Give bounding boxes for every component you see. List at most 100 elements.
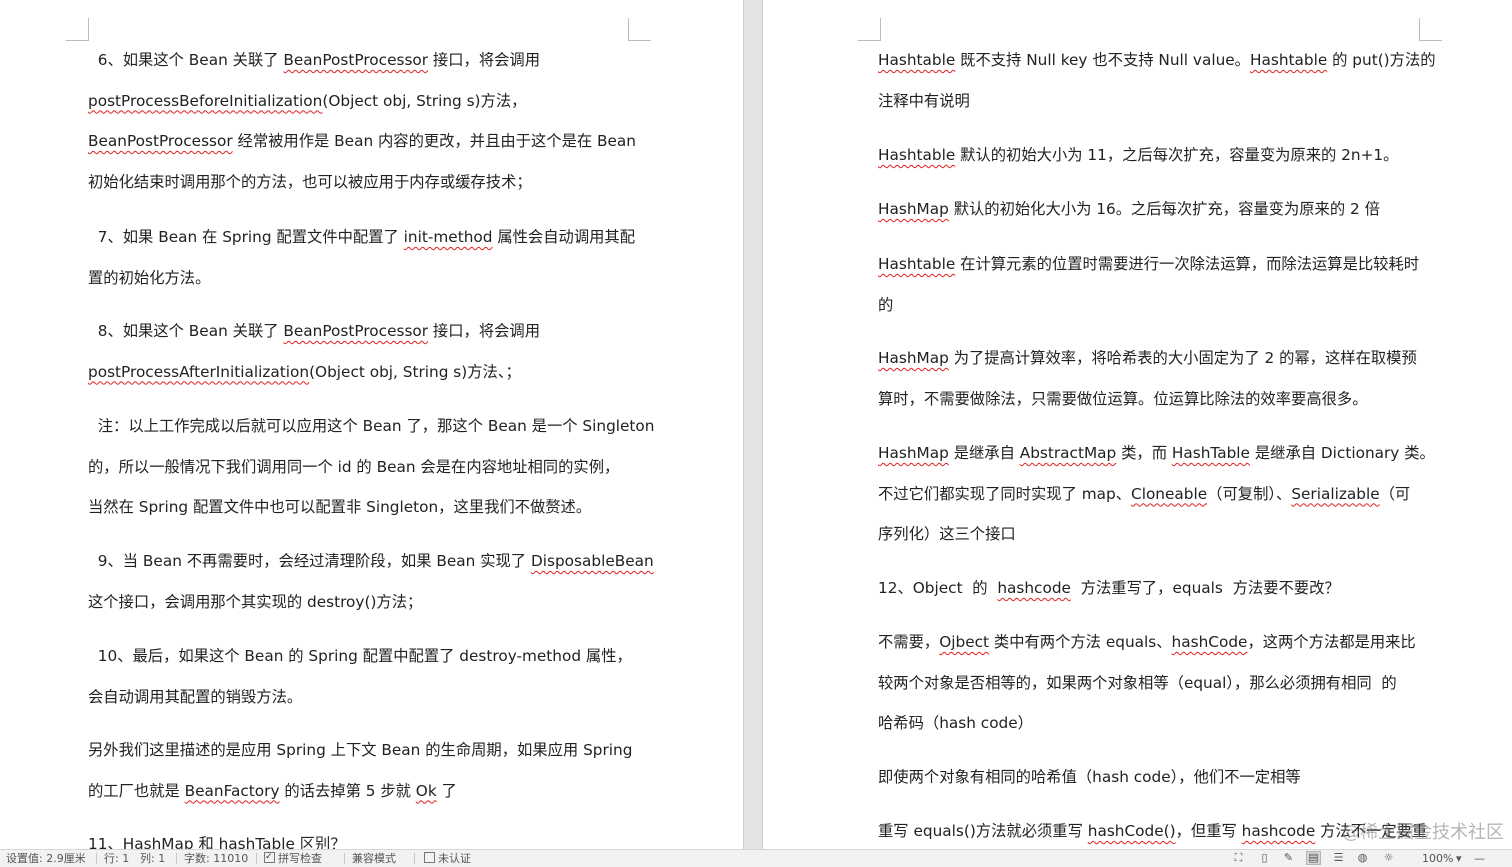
spellcheck-flagged-word: BeanPostProcessor [283, 322, 429, 340]
zoom-out-button[interactable]: — [1474, 850, 1485, 867]
text-run: 初始化结束时调用那个的方法，也可以被应用于内存或缓存技术； [88, 172, 532, 191]
text-run: 接口，将会调用 [428, 51, 541, 69]
text-line: 6、如果这个 Bean 关联了 BeanPostProcessor 接口，将会调… [88, 40, 636, 81]
spellcheck-flagged-word: Ok [415, 781, 437, 800]
text-run: 序列化）这三个接口 [878, 525, 1016, 543]
text-run: （可复制）、 [1207, 484, 1292, 503]
text-run: 属性会自动调用其配 [492, 228, 636, 246]
text-run: ，但重写 [1175, 822, 1242, 840]
text-line: postProcessBeforeInitialization(Object o… [88, 81, 636, 122]
text-run: 6、如果这个 Bean 关联了 [88, 51, 284, 69]
spellcheck-flagged-word: Hashtable [1249, 51, 1328, 69]
paragraph: 12、Object 的 hashcode 方法重写了，equals 方法要不要改… [878, 568, 1340, 609]
text-run: 12、Object 的 [878, 579, 998, 597]
text-line: HashMap 默认的初始化大小为 16。之后每次扩充，容量变为原来的 2 倍 [878, 189, 1380, 230]
text-run: 10、最后，如果这个 Bean 的 Spring 配置中配置了 destroy-… [88, 647, 632, 665]
text-run: (Object obj, String s)方法， [322, 91, 527, 110]
paragraph: 8、如果这个 Bean 关联了 BeanPostProcessor 接口，将会调… [88, 311, 540, 392]
spellcheck-flagged-word: hashCode() [1087, 822, 1176, 840]
text-run: 9、当 Bean 不再需要时，会经过清理阶段，如果 Bean 实现了 [88, 552, 531, 570]
zoom-dropdown-icon[interactable]: ▾ [1456, 850, 1462, 867]
text-line: 8、如果这个 Bean 关联了 BeanPostProcessor 接口，将会调… [88, 311, 540, 352]
paragraph: 不需要，Ojbect 类中有两个方法 equals、hashCode，这两个方法… [878, 622, 1416, 744]
text-line: Hashtable 在计算元素的位置时需要进行一次除法运算，而除法运算是比较耗时 [878, 244, 1419, 285]
text-run: 哈希码（hash code） [878, 714, 1033, 732]
paragraph: 注：以上工作完成以后就可以应用这个 Bean 了，那这个 Bean 是一个 Si… [88, 406, 655, 528]
text-line: 序列化）这三个接口 [878, 514, 1435, 555]
spellcheck-flagged-word: DisposableBean [530, 552, 654, 570]
eye-protection-icon[interactable]: ☼ [1382, 852, 1395, 864]
spellcheck-flagged-word: Cloneable [1131, 484, 1208, 503]
paragraph: 另外我们这里描述的是应用 Spring 上下文 Bean 的生命周期，如果应用 … [88, 730, 632, 811]
spellcheck-flagged-word: hashcode [997, 579, 1071, 597]
text-line: 9、当 Bean 不再需要时，会经过清理阶段，如果 Bean 实现了 Dispo… [88, 541, 654, 582]
text-run: 是继承自 Dictionary 类。 [1249, 444, 1435, 462]
text-run: ，这两个方法都是用来比 [1247, 633, 1416, 651]
text-run: （可 [1379, 484, 1411, 503]
status-col: 列: 1 [140, 852, 166, 865]
text-run: 默认的初始化大小为 16。之后每次扩充，容量变为原来的 2 倍 [948, 200, 1380, 218]
text-run: (Object obj, String s)方法、； [309, 362, 521, 381]
text-line: 注：以上工作完成以后就可以应用这个 Bean 了，那这个 Bean 是一个 Si… [88, 406, 655, 447]
edit-mode-icon[interactable]: ✎ [1282, 852, 1295, 864]
text-run: 类中有两个方法 equals、 [989, 633, 1172, 651]
text-run: 即使两个对象有相同的哈希值（hash code），他们不一定相等 [878, 768, 1301, 786]
text-run: 这个接口，会调用那个其实现的 destroy()方法； [88, 592, 423, 611]
spellcheck-flagged-word: BeanFactory [184, 781, 280, 800]
text-line: 即使两个对象有相同的哈希值（hash code），他们不一定相等 [878, 757, 1301, 798]
text-run: 不过它们都实现了同时实现了 map、 [878, 484, 1132, 503]
text-line: 注释中有说明 [878, 81, 1436, 122]
text-run: 注：以上工作完成以后就可以应用这个 Bean 了，那这个 Bean 是一个 Si… [88, 417, 655, 435]
status-position[interactable]: 设置值: 2.9厘米 [6, 850, 86, 867]
watermark: @稀土掘金技术社区 [1342, 822, 1504, 843]
text-line: 11、HashMap 和 hashTable 区别？ [88, 824, 346, 849]
status-word-count[interactable]: 字数: 11010 [184, 850, 248, 867]
paragraph: 10、最后，如果这个 Bean 的 Spring 配置中配置了 destroy-… [88, 636, 632, 717]
text-run: 当然在 Spring 配置文件中也可以配置非 Singleton，这里我们不做赘… [88, 498, 592, 516]
text-run: 的 [878, 295, 894, 314]
paragraph: 11、HashMap 和 hashTable 区别？ [88, 824, 346, 849]
web-view-icon[interactable]: ◍ [1356, 852, 1369, 864]
spell-check-toggle[interactable]: 拼写检查 [264, 849, 322, 867]
text-run: 算时，不需要做除法，只需要做位运算。位运算比除法的效率要高很多。 [878, 389, 1368, 408]
text-run: 默认的初始大小为 11，之后每次扩充，容量变为原来的 2n+1。 [955, 146, 1399, 164]
page-view-icon[interactable]: ▤ [1306, 851, 1321, 865]
paragraph: 6、如果这个 Bean 关联了 BeanPostProcessor 接口，将会调… [88, 40, 636, 202]
read-mode-icon[interactable]: ▯ [1258, 852, 1271, 864]
text-line: 置的初始化方法。 [88, 258, 635, 299]
text-line: postProcessAfterInitialization(Object ob… [88, 352, 540, 393]
checkbox-icon [264, 849, 275, 866]
outline-view-icon[interactable]: ☰ [1332, 852, 1345, 864]
text-run: 类，而 [1116, 444, 1172, 462]
paragraph: 即使两个对象有相同的哈希值（hash code），他们不一定相等 [878, 757, 1301, 798]
document-page-left[interactable]: 6、如果这个 Bean 关联了 BeanPostProcessor 接口，将会调… [0, 0, 743, 849]
text-run: 较两个对象是否相等的，如果两个对象相等（equal），那么必须拥有相同 的 [878, 673, 1397, 692]
certification-toggle[interactable]: 未认证 [424, 850, 471, 867]
paragraph: HashMap 是继承自 AbstractMap 类，而 HashTable 是… [878, 433, 1435, 555]
text-line: 的，所以一般情况下我们调用同一个 id 的 Bean 会是在内容地址相同的实例， [88, 447, 655, 488]
document-page-right[interactable]: Hashtable 既不支持 Null key 也不支持 Null value。… [763, 0, 1512, 849]
text-line: HashMap 为了提高计算效率，将哈希表的大小固定为了 2 的幂，这样在取模预 [878, 338, 1417, 379]
spellcheck-flagged-word: HashMap [878, 349, 949, 367]
text-run: 是继承自 [948, 444, 1020, 462]
text-run: 不需要， [878, 633, 940, 651]
spellcheck-flagged-word: HashMap [878, 444, 949, 462]
focus-mode-icon[interactable]: ⛶ [1232, 852, 1245, 864]
spellcheck-flagged-word: Hashtable [878, 255, 956, 273]
spellcheck-flagged-word: hashCode [1171, 633, 1248, 651]
text-run: 接口，将会调用 [428, 322, 541, 340]
status-compat-mode: 兼容模式 [352, 852, 396, 865]
spell-check-label: 拼写检查 [278, 852, 322, 865]
text-line: Hashtable 默认的初始大小为 11，之后每次扩充，容量变为原来的 2n+… [878, 135, 1398, 176]
spellcheck-flagged-word: BeanPostProcessor [88, 132, 233, 150]
text-run: 的话去掉第 5 步就 [279, 781, 416, 800]
spellcheck-flagged-word: postProcessBeforeInitialization [88, 91, 323, 110]
text-run: 另外我们这里描述的是应用 Spring 上下文 Bean 的生命周期，如果应用 … [88, 741, 633, 759]
margin-corner-top-left [858, 18, 881, 41]
spellcheck-flagged-word: HashTable [1171, 444, 1250, 462]
spellcheck-flagged-word: Serializable [1291, 484, 1380, 503]
text-line: HashMap 是继承自 AbstractMap 类，而 HashTable 是… [878, 433, 1435, 474]
status-row: 行: 1 [104, 852, 130, 865]
zoom-level[interactable]: 100% [1422, 850, 1453, 867]
text-run: 注释中有说明 [878, 91, 970, 110]
